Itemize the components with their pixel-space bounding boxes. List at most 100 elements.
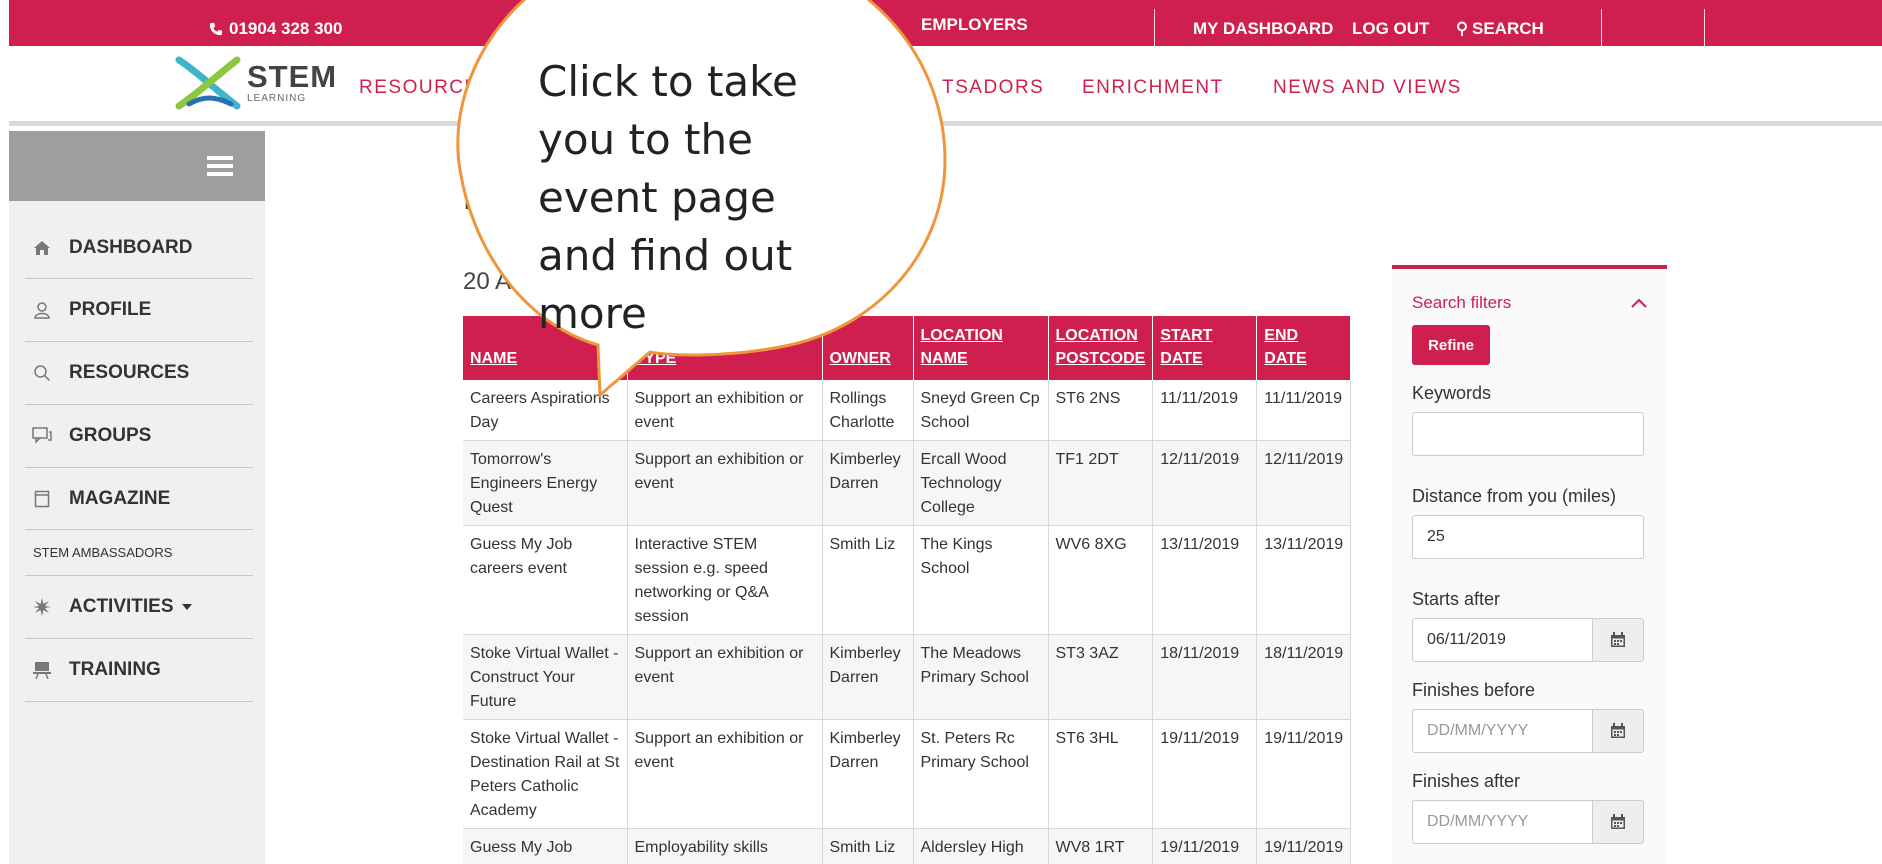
table-row[interactable]: Stoke Virtual Wallet - Destination Rail … xyxy=(463,719,1352,829)
home-icon xyxy=(25,240,59,256)
finishes-after-calendar-button[interactable] xyxy=(1592,800,1644,844)
finishes-after-label: Finishes after xyxy=(1412,771,1521,791)
cell-name[interactable]: Tomorrow's Engineers Energy Quest xyxy=(463,440,628,526)
cell-start-date: 19/11/2019 xyxy=(1152,828,1258,864)
sidebar-header xyxy=(9,131,265,201)
finishes-before-calendar-button[interactable] xyxy=(1592,709,1644,753)
cell-postcode: WV8 1RT xyxy=(1048,828,1154,864)
cell-type: Support an exhibition or event xyxy=(627,380,823,441)
finishes-before-label: Finishes before xyxy=(1412,680,1536,700)
column-header-location-name[interactable]: LOCATION NAME xyxy=(913,316,1049,380)
chat-icon xyxy=(25,427,59,445)
search-filters-header[interactable]: Search filters xyxy=(1412,293,1647,313)
sidebar: DASHBOARD PROFILE RESOURCES GROUPS MAGAZ… xyxy=(9,131,265,864)
cell-location-name: Aldersley High School xyxy=(913,828,1049,864)
sidebar-item-training[interactable]: TRAINING xyxy=(25,639,253,702)
finishes-before-date-field xyxy=(1412,709,1644,753)
table-row[interactable]: Stoke Virtual Wallet - Construct Your Fu… xyxy=(463,634,1352,720)
cell-name[interactable]: Stoke Virtual Wallet - Construct Your Fu… xyxy=(463,634,628,720)
main-nav: STEM LEARNING RESOURCES TSADORS ENRICHME… xyxy=(9,46,1882,126)
calendar-icon xyxy=(1611,632,1625,647)
nav-news-and-views[interactable]: NEWS AND VIEWS xyxy=(1273,77,1462,99)
caret-down-icon xyxy=(181,604,192,610)
calendar-icon xyxy=(1611,723,1625,738)
cell-start-date: 13/11/2019 xyxy=(1152,525,1258,635)
cell-owner: Rollings Charlotte xyxy=(822,380,914,441)
table-row[interactable]: Tomorrow's Engineers Energy Quest Suppor… xyxy=(463,440,1352,526)
sidebar-item-label: ACTIVITIES xyxy=(69,596,174,617)
hamburger-icon[interactable] xyxy=(207,155,233,177)
finishes-after-input[interactable] xyxy=(1412,800,1592,844)
sidebar-item-label: PROFILE xyxy=(69,299,152,320)
cell-name[interactable]: Guess My Job careers event xyxy=(463,525,628,635)
cell-type: Employability skills session e.g. mock xyxy=(627,828,823,864)
table-row[interactable]: Careers Aspirations Day Support an exhib… xyxy=(463,380,1352,441)
phone-number[interactable]: 01904 328 300 xyxy=(209,19,342,39)
keywords-input[interactable] xyxy=(1412,412,1644,456)
column-header-start-date[interactable]: START DATE xyxy=(1152,316,1258,380)
cell-name[interactable]: Guess My Job careers event xyxy=(463,828,628,864)
search-pin-icon xyxy=(1457,21,1467,36)
refine-button[interactable]: Refine xyxy=(1412,325,1490,365)
cell-type: Support an exhibition or event xyxy=(627,719,823,829)
search-link[interactable]: SEARCH xyxy=(1456,19,1544,39)
sidebar-item-profile[interactable]: PROFILE xyxy=(25,279,253,342)
sidebar-item-label: STEM AMBASSADORS xyxy=(33,545,173,560)
table-row[interactable]: Guess My Job careers event Interactive S… xyxy=(463,525,1352,635)
column-header-location-postcode[interactable]: LOCATION POSTCODE xyxy=(1048,316,1154,380)
phone-icon xyxy=(209,22,223,36)
search-link-label: SEARCH xyxy=(1472,19,1544,38)
cell-owner: Smith Liz xyxy=(822,525,914,635)
employers-link[interactable]: EMPLOYERS xyxy=(921,15,1028,35)
column-header-end-date[interactable]: END DATE xyxy=(1256,316,1352,380)
burst-icon xyxy=(25,598,59,616)
sidebar-item-label: TRAINING xyxy=(69,659,161,680)
cell-owner: Kimberley Darren xyxy=(822,719,914,829)
cell-location-name: St. Peters Rc Primary School xyxy=(913,719,1049,829)
sidebar-item-dashboard[interactable]: DASHBOARD xyxy=(25,217,253,279)
cell-postcode: ST6 3HL xyxy=(1048,719,1154,829)
cell-owner: Kimberley Darren xyxy=(822,440,914,526)
table-row[interactable]: Guess My Job careers event Employability… xyxy=(463,828,1352,864)
distance-label: Distance from you (miles) xyxy=(1412,486,1617,506)
cell-name[interactable]: Careers Aspirations Day xyxy=(463,380,628,441)
cell-start-date: 11/11/2019 xyxy=(1152,380,1258,441)
callout-text: Click to take you to the event page and … xyxy=(538,57,798,338)
starts-after-input[interactable] xyxy=(1412,618,1592,662)
sidebar-item-magazine[interactable]: MAGAZINE xyxy=(25,468,253,530)
calendar-icon xyxy=(1611,814,1625,829)
keywords-label: Keywords xyxy=(1412,383,1492,403)
cell-type: Interactive STEM session e.g. speed netw… xyxy=(627,525,823,635)
sidebar-item-groups[interactable]: GROUPS xyxy=(25,405,253,468)
nav-ambassadors[interactable]: TSADORS xyxy=(942,77,1044,99)
log-out-link[interactable]: LOG OUT xyxy=(1352,19,1429,39)
my-dashboard-link[interactable]: MY DASHBOARD xyxy=(1193,19,1333,39)
finishes-before-input[interactable] xyxy=(1412,709,1592,753)
nav-enrichment[interactable]: ENRICHMENT xyxy=(1082,77,1224,99)
cell-end-date: 19/11/2019 xyxy=(1256,828,1352,864)
search-icon xyxy=(25,364,59,382)
user-icon xyxy=(25,301,59,319)
sidebar-item-label: GROUPS xyxy=(69,425,152,446)
sidebar-item-resources[interactable]: RESOURCES xyxy=(25,342,253,405)
cell-postcode: ST3 3AZ xyxy=(1048,634,1154,720)
cell-name[interactable]: Stoke Virtual Wallet - Destination Rail … xyxy=(463,719,628,829)
cell-location-name: Ercall Wood Technology College xyxy=(913,440,1049,526)
cell-postcode: WV6 8XG xyxy=(1048,525,1154,635)
sidebar-item-label: MAGAZINE xyxy=(69,487,171,509)
starts-after-calendar-button[interactable] xyxy=(1592,618,1644,662)
cell-end-date: 11/11/2019 xyxy=(1256,380,1352,441)
results-count: 20 Ac xyxy=(463,268,524,295)
search-filters-panel: Search filters Refine Keywords Distance … xyxy=(1392,265,1667,864)
cell-postcode: TF1 2DT xyxy=(1048,440,1154,526)
sidebar-item-activities[interactable]: ACTIVITIES xyxy=(25,576,253,639)
cell-owner: Kimberley Darren xyxy=(822,634,914,720)
nav-resources[interactable]: RESOURCES xyxy=(359,77,493,99)
chevron-up-icon[interactable] xyxy=(1631,298,1647,308)
cell-end-date: 12/11/2019 xyxy=(1256,440,1352,526)
starts-after-label: Starts after xyxy=(1412,589,1501,609)
sidebar-item-stem-ambassadors[interactable]: STEM AMBASSADORS xyxy=(25,530,253,576)
page-title: I xyxy=(463,183,472,216)
stem-logo[interactable]: STEM LEARNING xyxy=(175,54,337,112)
distance-input[interactable] xyxy=(1412,515,1644,559)
